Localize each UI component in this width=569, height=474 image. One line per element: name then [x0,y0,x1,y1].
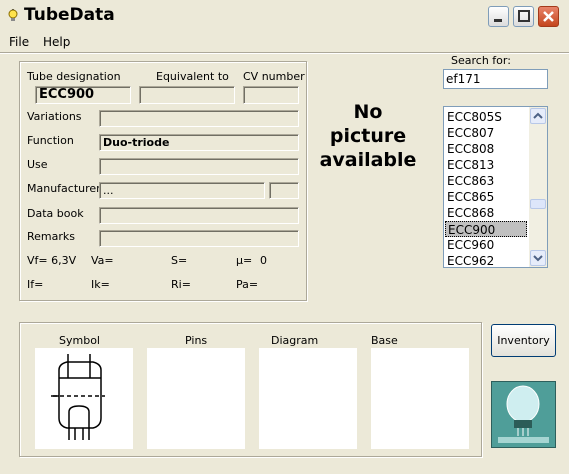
if-value: If= [27,278,44,291]
window-title: TubeData [24,5,115,25]
function-field[interactable]: Duo-triode [99,134,299,151]
search-label: Search for: [451,54,511,67]
ik-value: Ik= [91,278,110,291]
mu-value: 0 [260,254,267,267]
chevron-up-icon [533,112,543,119]
minimize-button[interactable] [488,6,509,27]
use-field[interactable] [99,158,299,175]
chevron-down-icon [533,255,543,262]
data-book-field[interactable] [99,207,299,224]
menu-bar: File Help [0,32,569,52]
manufacturer-label: Manufacturer [27,182,101,195]
close-icon [543,11,554,22]
tube-logo-icon [492,382,555,447]
scroll-thumb[interactable] [530,199,546,209]
mu-label: µ= [236,254,253,267]
scroll-down-button[interactable] [530,250,546,266]
base-panel [371,348,469,449]
tube-list-item[interactable]: ECC865 [445,189,527,205]
symbol-label: Symbol [59,334,100,347]
use-label: Use [27,158,48,171]
tube-logo [491,381,556,448]
tube-list-item[interactable]: ECC868 [445,205,527,221]
tube-list-item[interactable]: ECC808 [445,141,527,157]
maximize-button[interactable] [513,6,534,27]
va-value: Va= [91,254,114,267]
diagram-label: Diagram [271,334,319,347]
no-picture-line2: picture [329,125,407,147]
minimize-icon [494,19,502,22]
tube-symbol-icon [51,354,105,440]
title-bar[interactable]: TubeData [0,0,569,32]
tube-designation-field[interactable]: ECC900 [35,86,131,104]
menu-file[interactable]: File [9,35,29,49]
tube-list-item[interactable]: ECC805S [445,109,527,125]
pins-label: Pins [185,334,208,347]
search-input[interactable]: ef171 [443,69,548,89]
data-book-label: Data book [27,207,84,220]
tube-list-item[interactable]: ECC900 [445,221,527,237]
remarks-label: Remarks [27,230,75,243]
scroll-up-button[interactable] [530,108,546,124]
menu-help[interactable]: Help [43,35,70,49]
variations-label: Variations [27,110,82,123]
cv-number-label: CV number [243,70,305,83]
tube-list-item[interactable]: ECC960 [445,237,527,253]
no-picture-text: No picture available [318,100,418,172]
equivalent-field[interactable] [139,86,235,104]
manufacturer-field[interactable]: ... [99,182,265,199]
no-picture-line3: available [319,149,417,171]
tube-list-item[interactable]: ECC807 [445,125,527,141]
diagram-panel [259,348,357,449]
tube-list-item[interactable]: ECC962 [445,253,527,267]
maximize-icon [518,10,530,22]
remarks-field[interactable] [99,230,299,247]
inventory-button[interactable]: Inventory [491,324,556,357]
tube-list-item[interactable]: ECC813 [445,157,527,173]
s-value: S= [171,254,188,267]
variations-field[interactable] [99,110,299,127]
manufacturer-code-field[interactable] [269,182,299,199]
symbol-panel [35,348,133,449]
pa-value: Pa= [236,278,259,291]
cv-number-field[interactable] [243,86,299,104]
pins-panel [147,348,245,449]
equivalent-label: Equivalent to [156,70,229,83]
lightbulb-icon [8,9,18,21]
no-picture-line1: No [353,101,383,123]
ri-value: Ri= [171,278,191,291]
close-button[interactable] [538,6,559,27]
tube-designation-label: Tube designation [27,70,121,83]
tube-list[interactable]: ECC805S ECC807 ECC808 ECC813 ECC863 ECC865 ECC… [443,106,548,268]
tube-list-item[interactable]: ECC863 [445,173,527,189]
list-scrollbar[interactable] [529,107,547,267]
main-window: TubeData File Help Tube designation Equi… [0,0,569,474]
function-label: Function [27,134,74,147]
vf-value: Vf= 6,3V [27,254,77,267]
base-label: Base [371,334,398,347]
